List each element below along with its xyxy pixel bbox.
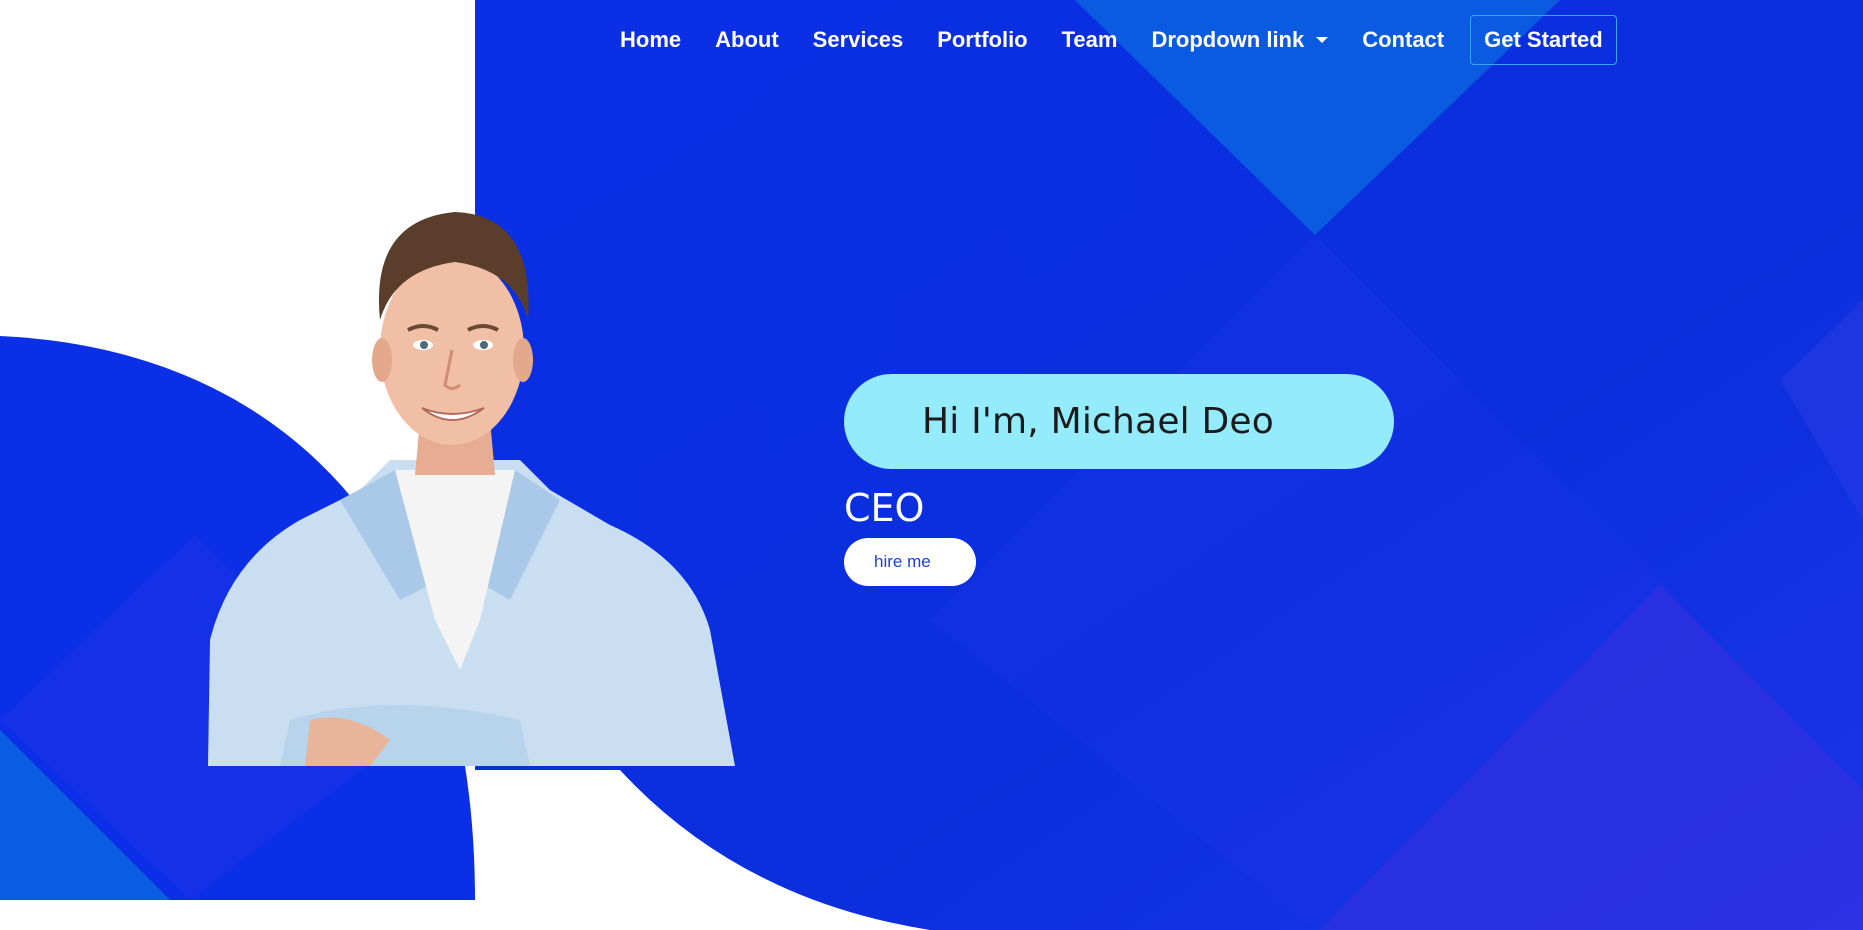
hero-greeting: Hi I'm, Michael Deo xyxy=(922,401,1275,442)
nav-home[interactable]: Home xyxy=(620,27,681,53)
nav-contact[interactable]: Contact xyxy=(1362,27,1444,53)
nav-about[interactable]: About xyxy=(715,27,779,53)
greeting-pill: Hi I'm, Michael Deo xyxy=(844,374,1394,469)
get-started-button[interactable]: Get Started xyxy=(1470,15,1617,65)
hero-role: CEO xyxy=(844,486,925,530)
hire-me-button[interactable]: hire me xyxy=(844,538,976,586)
nav-dropdown[interactable]: Dropdown link xyxy=(1151,27,1329,53)
nav-team[interactable]: Team xyxy=(1062,27,1118,53)
nav-services[interactable]: Services xyxy=(813,27,904,53)
caret-down-icon xyxy=(1316,37,1329,43)
nav-portfolio[interactable]: Portfolio xyxy=(937,27,1027,53)
nav-dropdown-label: Dropdown link xyxy=(1151,27,1305,52)
main-nav: Home About Services Portfolio Team Dropd… xyxy=(620,14,1617,66)
profile-photo xyxy=(208,212,735,766)
